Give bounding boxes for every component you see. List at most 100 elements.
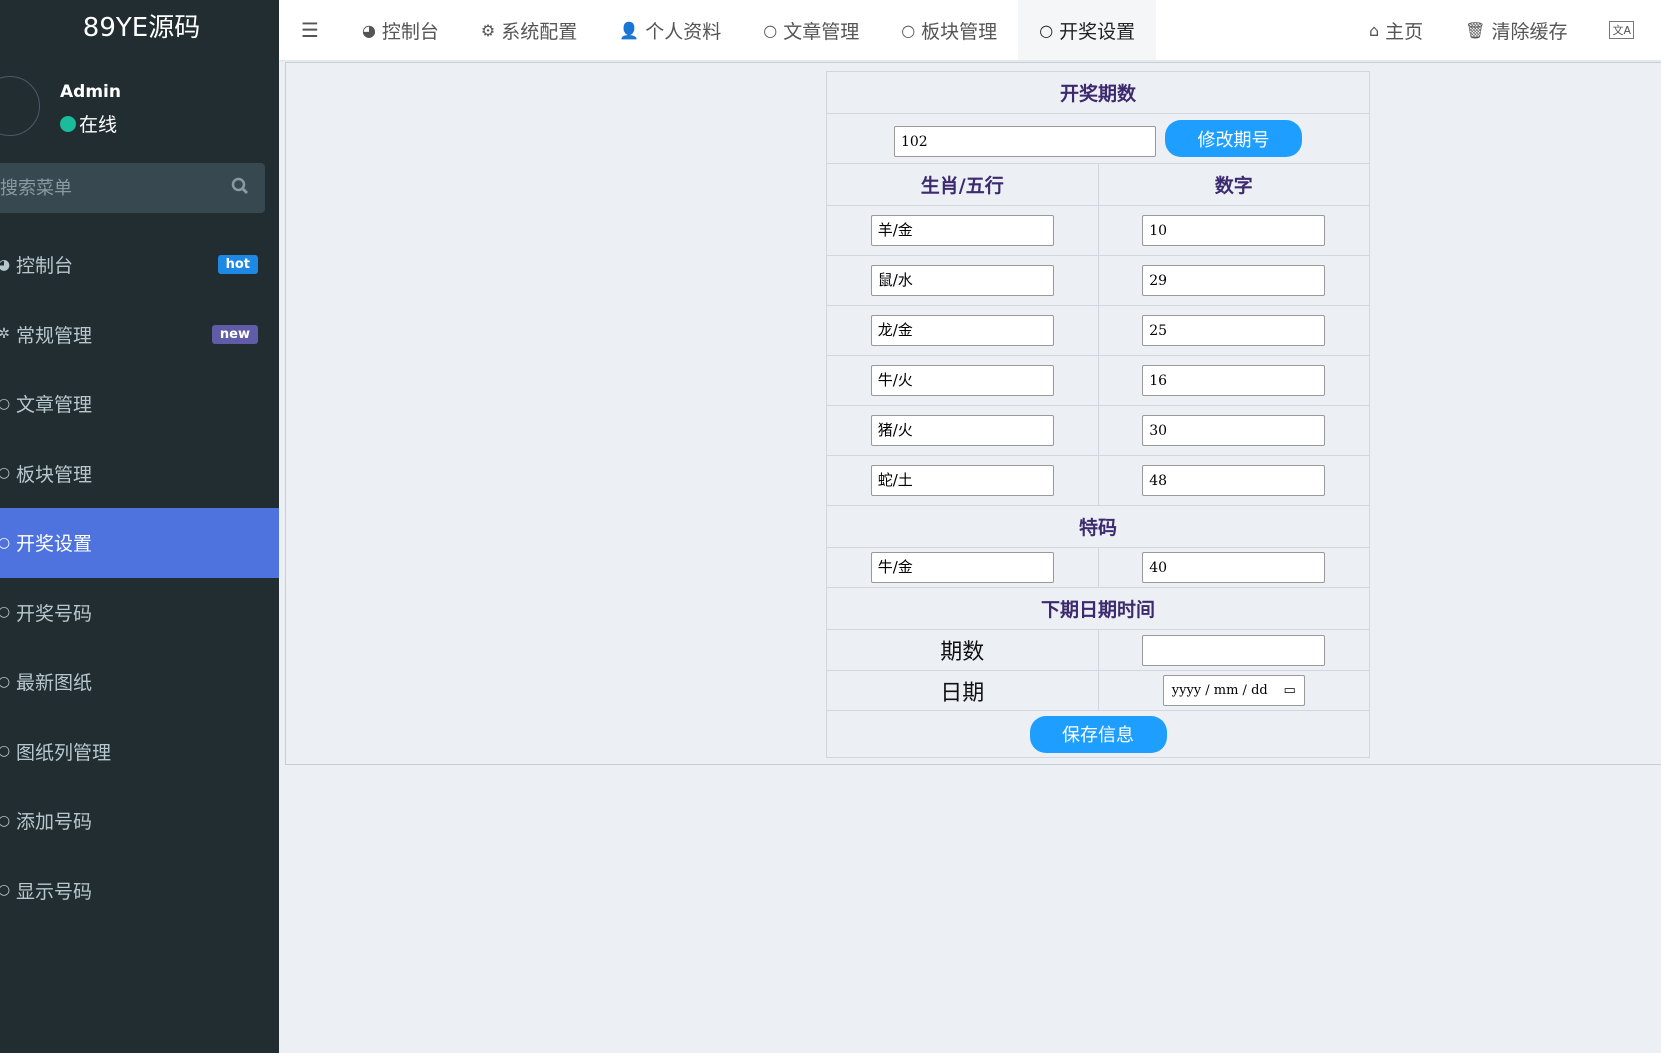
hamburger-icon: ☰ [301,18,319,42]
circle-icon: ○ [763,20,778,40]
period-input[interactable] [893,126,1156,157]
save-button[interactable]: 保存信息 [1029,715,1167,753]
circle-icon: ○ [0,395,11,412]
table-row: 牛/火 [826,355,1370,406]
special-number-input[interactable] [1142,552,1326,583]
sidebar-badge: hot [217,255,258,275]
tab-label: 个人资料 [645,20,722,43]
sidebar-toggle-button[interactable]: ☰ [279,0,341,60]
sidebar-item-2[interactable]: ○ 文章管理 [0,369,279,439]
online-dot-icon [60,115,76,132]
number-input[interactable] [1142,415,1326,446]
col-zodiac-header: 生肖/五行 [826,163,1099,206]
language-button[interactable]: 文A [1588,0,1661,60]
tab-bar: ◕ 控制台 ⚙ 系统配置 👤 个人资料 ○ 文章管理 ○ 板块管理 ○ 开奖设置 [341,0,1157,60]
user-name: Admin [60,82,121,102]
number-input[interactable] [1142,215,1326,246]
table-row: 猪/火 [826,405,1370,456]
circle-icon: ○ [0,604,11,621]
tab-2[interactable]: 👤 个人资料 [598,0,742,60]
circle-icon: ○ [0,743,11,760]
sidebar-item-label: 最新图纸 [16,672,93,695]
circle-icon: ○ [0,673,11,690]
clear-cache-label: 清除缓存 [1491,20,1568,43]
table-row: 蛇/土 [826,455,1370,506]
zodiac-input[interactable]: 牛/火 [870,365,1054,396]
tab-label: 板块管理 [921,20,998,43]
translate-icon: 文A [1609,21,1634,39]
number-input[interactable] [1142,315,1326,346]
sidebar-item-8[interactable]: ○ 添加号码 [0,786,279,856]
home-icon: ⌂ [1368,20,1380,40]
sidebar-item-1[interactable]: ✲ 常规管理 new [0,300,279,370]
circle-icon: ○ [0,882,11,899]
search-icon[interactable] [231,177,249,199]
sidebar-item-5[interactable]: ○ 开奖号码 [0,578,279,648]
next-period-title: 下期日期时间 [826,587,1370,630]
sidebar-item-label: 文章管理 [16,394,93,417]
avatar [0,76,40,136]
tab-label: 文章管理 [783,20,860,43]
tab-1[interactable]: ⚙ 系统配置 [460,0,598,60]
special-zodiac-input[interactable]: 牛/金 [870,552,1054,583]
status-text: 在线 [79,114,118,136]
sidebar: 89YE源码 Admin 在线 ◕ 控制台 hot ✲ 常规管理 new ○ 文章管理 ○ 板块管… [0,0,279,1053]
date-input[interactable]: yyyy / mm / dd ▭ [1162,675,1305,706]
number-input[interactable] [1142,365,1326,396]
sidebar-badge: new [211,324,258,344]
top-navbar: ☰ ◕ 控制台 ⚙ 系统配置 👤 个人资料 ○ 文章管理 ○ 板块管理 ○ 开奖设置 ⌂ 主页 🗑 清除缓… [279,0,1661,60]
home-link[interactable]: ⌂ 主页 [1348,0,1444,60]
circle-icon: ○ [1039,20,1054,40]
modify-period-button[interactable]: 修改期号 [1165,120,1303,157]
sidebar-item-label: 显示号码 [16,880,93,903]
user-status: 在线 [60,110,117,137]
sidebar-item-label: 开奖设置 [16,533,93,556]
sidebar-item-0[interactable]: ◕ 控制台 hot [0,230,279,300]
dashboard-icon: ◕ [361,20,376,40]
user-icon: 👤 [619,20,640,40]
sidebar-item-4[interactable]: ○ 开奖设置 [0,508,279,578]
next-period-label: 期数 [826,629,1099,671]
app-logo[interactable]: 89YE源码 [0,0,279,60]
tab-3[interactable]: ○ 文章管理 [742,0,880,60]
home-label: 主页 [1385,20,1424,43]
number-input[interactable] [1142,265,1326,296]
sidebar-item-label: 常规管理 [16,324,93,347]
cogs-icon: ✲ [0,326,10,343]
zodiac-input[interactable]: 龙/金 [870,315,1054,346]
table-row: 鼠/水 [826,255,1370,306]
sidebar-item-label: 控制台 [16,255,74,278]
gear-icon: ⚙ [480,20,496,40]
sidebar-item-7[interactable]: ○ 图纸列管理 [0,717,279,787]
zodiac-input[interactable]: 羊/金 [870,215,1054,246]
tab-5[interactable]: ○ 开奖设置 [1018,0,1157,60]
zodiac-input[interactable]: 蛇/土 [870,465,1054,496]
tab-label: 系统配置 [501,20,578,43]
circle-icon: ○ [0,812,11,829]
sidebar-item-3[interactable]: ○ 板块管理 [0,439,279,509]
menu-search [0,163,265,213]
table-row: 龙/金 [826,305,1370,356]
sidebar-item-label: 图纸列管理 [16,741,112,764]
user-panel: Admin 在线 [0,72,279,142]
sidebar-item-label: 添加号码 [16,811,93,834]
sidebar-item-6[interactable]: ○ 最新图纸 [0,647,279,717]
zodiac-input[interactable]: 鼠/水 [870,265,1054,296]
col-number-header: 数字 [1097,163,1370,206]
number-input[interactable] [1142,465,1326,496]
calendar-icon[interactable]: ▭ [1283,683,1295,698]
period-title: 开奖期数 [826,71,1370,114]
clear-cache-button[interactable]: 🗑 清除缓存 [1444,0,1588,60]
special-title: 特码 [826,505,1370,548]
next-period-input[interactable] [1142,634,1326,666]
circle-icon: ○ [901,20,916,40]
tab-label: 开奖设置 [1059,20,1136,43]
date-label: 日期 [826,670,1099,711]
zodiac-input[interactable]: 猪/火 [870,415,1054,446]
menu-search-input[interactable] [0,177,200,199]
date-placeholder: yyyy / mm / dd [1171,683,1268,698]
tab-0[interactable]: ◕ 控制台 [341,0,460,60]
sidebar-item-9[interactable]: ○ 显示号码 [0,856,279,926]
sidebar-item-label: 板块管理 [16,463,93,486]
tab-4[interactable]: ○ 板块管理 [880,0,1018,60]
